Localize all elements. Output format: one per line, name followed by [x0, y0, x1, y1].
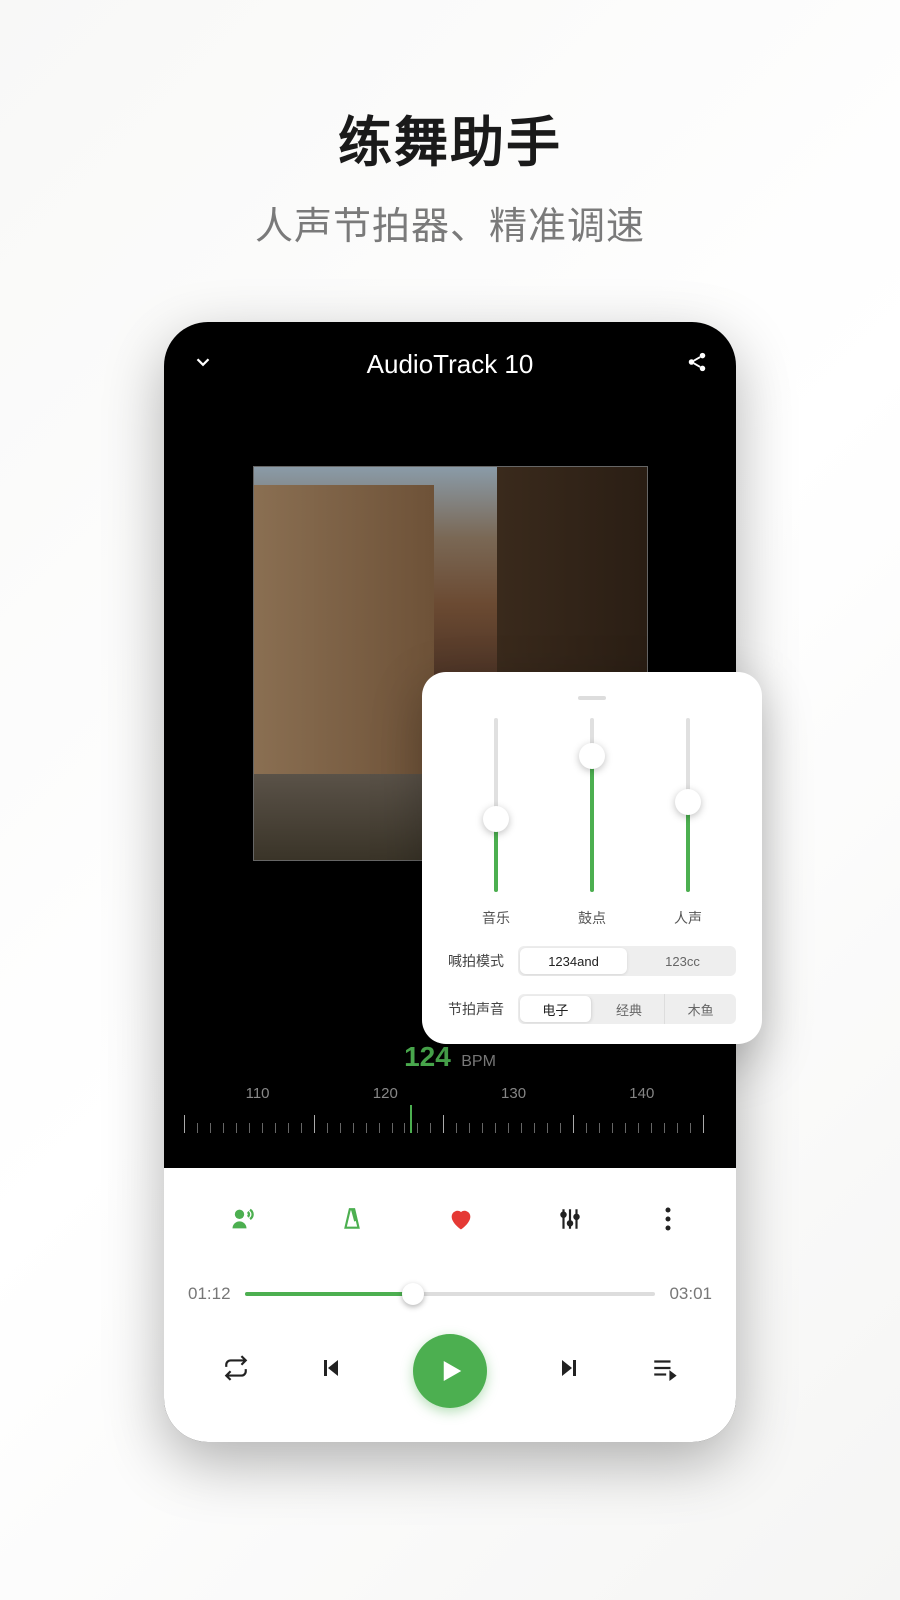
count-mode-row: 喊拍模式 1234and123cc: [448, 946, 736, 976]
marketing-title: 练舞助手: [338, 98, 562, 177]
repeat-button[interactable]: [223, 1355, 249, 1388]
mixer-slider[interactable]: 人声: [658, 718, 718, 928]
play-button[interactable]: [413, 1334, 487, 1408]
mixer-slider[interactable]: 音乐: [466, 718, 526, 928]
previous-button[interactable]: [319, 1356, 343, 1387]
mixer-card: 音乐 鼓点 人声 喊拍模式 1234and123cc 节拍声音 电子经典木鱼: [422, 672, 762, 1044]
ruler-label: 110: [246, 1085, 270, 1102]
bpm-ruler[interactable]: 110 120 130 140: [164, 1085, 736, 1133]
next-button[interactable]: [557, 1356, 581, 1387]
slider-thumb[interactable]: [675, 789, 701, 815]
metronome-icon[interactable]: [339, 1205, 365, 1240]
voice-icon[interactable]: [229, 1205, 257, 1240]
slider-thumb[interactable]: [579, 743, 605, 769]
track-title: AudioTrack 10: [367, 349, 534, 380]
slider-label: 鼓点: [578, 908, 606, 928]
beat-sound-row: 节拍声音 电子经典木鱼: [448, 994, 736, 1024]
count-mode-label: 喊拍模式: [448, 951, 508, 971]
more-icon[interactable]: [665, 1206, 671, 1239]
segment-option[interactable]: 电子: [520, 996, 592, 1022]
progress-row: 01:12 03:01: [188, 1284, 712, 1304]
segment-option[interactable]: 经典: [594, 994, 666, 1024]
ruler-label: 120: [373, 1085, 398, 1102]
mixer-slider[interactable]: 鼓点: [562, 718, 622, 928]
collapse-icon[interactable]: [192, 349, 214, 380]
bpm-display: 124 BPM: [164, 1041, 736, 1073]
bpm-unit: BPM: [461, 1053, 496, 1070]
transport-row: [188, 1334, 712, 1408]
card-handle[interactable]: [578, 696, 606, 700]
action-row: [188, 1196, 712, 1248]
bpm-value: 124: [404, 1041, 451, 1072]
playlist-button[interactable]: [651, 1355, 677, 1388]
ruler-marker: [410, 1105, 412, 1133]
slider-thumb[interactable]: [483, 806, 509, 832]
count-mode-segment[interactable]: 1234and123cc: [518, 946, 736, 976]
player-top-bar: AudioTrack 10: [164, 322, 736, 406]
ruler-label: 130: [501, 1085, 526, 1102]
time-total: 03:01: [669, 1284, 712, 1304]
time-elapsed: 01:12: [188, 1284, 231, 1304]
ruler-label: 140: [629, 1085, 654, 1102]
progress-slider[interactable]: [245, 1292, 656, 1296]
segment-option[interactable]: 木鱼: [665, 994, 736, 1024]
share-icon[interactable]: [686, 349, 708, 380]
favorite-icon[interactable]: [447, 1205, 475, 1240]
slider-group: 音乐 鼓点 人声: [448, 718, 736, 928]
beat-sound-label: 节拍声音: [448, 999, 508, 1019]
app-screenshot: AudioTrack 10 124 BPM 110 120 130 140: [164, 322, 736, 1442]
progress-thumb[interactable]: [402, 1283, 424, 1305]
ruler-ticks: [184, 1111, 716, 1133]
segment-option[interactable]: 123cc: [629, 946, 736, 976]
beat-sound-segment[interactable]: 电子经典木鱼: [518, 994, 736, 1024]
bottom-panel: 01:12 03:01: [164, 1168, 736, 1442]
marketing-subtitle: 人声节拍器、精准调速: [255, 195, 645, 250]
slider-label: 音乐: [482, 908, 510, 928]
equalizer-icon[interactable]: [557, 1205, 583, 1240]
slider-label: 人声: [674, 908, 702, 928]
segment-option[interactable]: 1234and: [520, 948, 627, 974]
